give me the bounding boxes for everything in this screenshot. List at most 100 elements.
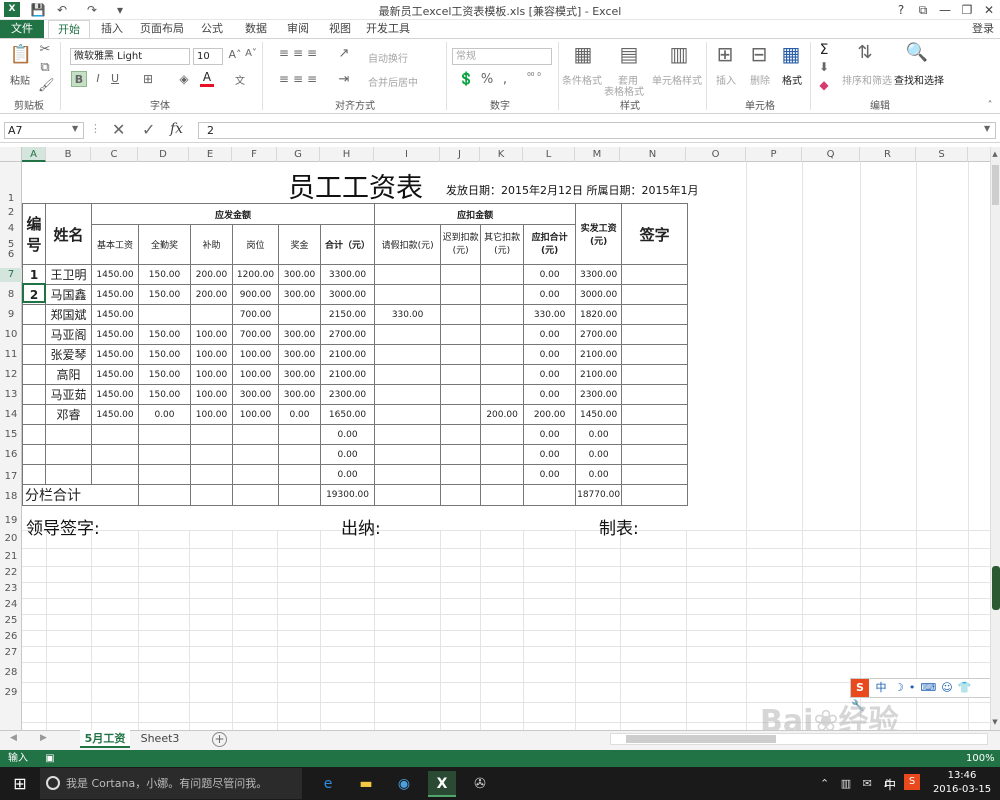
- cell-post[interactable]: 700.00: [232, 324, 279, 345]
- edge-browser-icon[interactable]: e: [314, 771, 342, 797]
- cell-subsidy[interactable]: 200.00: [190, 264, 233, 285]
- cell-other[interactable]: [480, 424, 525, 445]
- row-header[interactable]: 13: [0, 388, 22, 402]
- header-base[interactable]: 基本工资: [91, 224, 139, 265]
- header-subsidy[interactable]: 补助: [190, 224, 233, 265]
- row-header[interactable]: 15: [0, 428, 22, 442]
- paste-icon[interactable]: 📋: [8, 44, 34, 68]
- header-bonus[interactable]: 奖金: [278, 224, 321, 265]
- header-post[interactable]: 岗位: [232, 224, 279, 265]
- font-name-combo[interactable]: 微软雅黑 Light: [70, 48, 190, 65]
- total-other[interactable]: [480, 484, 525, 506]
- cell-deduct_total[interactable]: 0.00: [523, 464, 577, 485]
- total-subtotal[interactable]: 19300.00: [319, 484, 376, 506]
- cell-deduct_total[interactable]: 0.00: [523, 384, 577, 405]
- redo-icon[interactable]: ↷: [84, 2, 100, 18]
- cell-net[interactable]: 3000.00: [575, 284, 623, 305]
- cell-net[interactable]: 3300.00: [575, 264, 623, 285]
- sheet-tab-sheet3[interactable]: Sheet3: [134, 730, 186, 748]
- prev-sheet-icon[interactable]: ◀: [10, 733, 17, 743]
- expand-formula-icon[interactable]: ▼: [984, 124, 990, 133]
- row-header[interactable]: 8: [0, 288, 22, 302]
- tab-file[interactable]: 文件: [0, 20, 44, 39]
- cell-other[interactable]: [480, 324, 525, 345]
- header-net[interactable]: 实发工资(元): [575, 203, 623, 265]
- sort-filter-icon[interactable]: ⇅: [852, 42, 878, 63]
- cell-leave[interactable]: [374, 284, 442, 305]
- comma-button[interactable]: ,: [498, 72, 512, 87]
- cell-net[interactable]: 1820.00: [575, 304, 623, 325]
- cell-name[interactable]: 王卫明: [45, 264, 92, 285]
- cell-subsidy[interactable]: 100.00: [190, 324, 233, 345]
- cell-subtotal[interactable]: 2150.00: [319, 304, 376, 325]
- column-header[interactable]: K: [480, 147, 523, 162]
- cell-no[interactable]: [22, 364, 46, 385]
- cell-no[interactable]: [22, 464, 46, 485]
- cell-late[interactable]: [440, 404, 482, 425]
- browser-icon[interactable]: ◉: [390, 771, 418, 797]
- close-button[interactable]: ✕: [978, 1, 1000, 19]
- indent-icon[interactable]: ⇥: [334, 72, 354, 87]
- cell-subsidy[interactable]: [190, 444, 233, 465]
- row-header[interactable]: 7: [0, 268, 22, 282]
- cell-late[interactable]: [440, 424, 482, 445]
- cell-leave[interactable]: 330.00: [374, 304, 442, 325]
- cell-subsidy[interactable]: 100.00: [190, 364, 233, 385]
- conditional-format-button[interactable]: 条件格式: [562, 72, 602, 87]
- row-header[interactable]: 18: [0, 490, 22, 504]
- cell-name[interactable]: 高阳: [45, 364, 92, 385]
- tab-review[interactable]: 审阅: [278, 20, 318, 39]
- cell-styles-icon[interactable]: ▥: [664, 42, 694, 66]
- cell-bonus[interactable]: 300.00: [278, 284, 321, 305]
- cell-other[interactable]: [480, 364, 525, 385]
- cell-base[interactable]: 1450.00: [91, 364, 139, 385]
- underline-button[interactable]: U: [108, 72, 122, 85]
- delete-cells-button[interactable]: 删除: [750, 72, 770, 87]
- cell-post[interactable]: 100.00: [232, 404, 279, 425]
- cell-post[interactable]: 900.00: [232, 284, 279, 305]
- cell-base[interactable]: [91, 444, 139, 465]
- header-deduct-group[interactable]: 应扣金额: [374, 203, 577, 225]
- cell-subtotal[interactable]: 2300.00: [319, 384, 376, 405]
- cell-no[interactable]: [22, 304, 46, 325]
- row-header[interactable]: 11: [0, 348, 22, 362]
- total-attendance[interactable]: [138, 484, 191, 506]
- clock-time[interactable]: 13:46: [930, 770, 994, 781]
- cell-other[interactable]: [480, 284, 525, 305]
- cell-deduct_total[interactable]: 0.00: [523, 324, 577, 345]
- cell-subtotal[interactable]: 2100.00: [319, 344, 376, 365]
- clear-icon[interactable]: ◆: [816, 78, 832, 92]
- cell-no[interactable]: [22, 324, 46, 345]
- cell-name[interactable]: 郑国斌: [45, 304, 92, 325]
- row-header[interactable]: 28: [0, 666, 22, 680]
- header-payable-group[interactable]: 应发金额: [90, 203, 376, 225]
- cell-sign[interactable]: [621, 364, 689, 385]
- row-header[interactable]: 25: [0, 614, 22, 628]
- horizontal-align-icons[interactable]: ≡≡≡: [270, 72, 330, 86]
- cell-deduct_total[interactable]: 0.00: [523, 364, 577, 385]
- format-as-table-icon[interactable]: ▤: [614, 42, 644, 66]
- cell-subsidy[interactable]: 100.00: [190, 384, 233, 405]
- cell-net[interactable]: 0.00: [575, 424, 623, 445]
- column-header[interactable]: L: [523, 147, 575, 162]
- cell-bonus[interactable]: 300.00: [278, 364, 321, 385]
- cell-other[interactable]: 200.00: [480, 404, 525, 425]
- cell-sign[interactable]: [621, 424, 689, 445]
- font-color-icon[interactable]: A: [200, 70, 214, 87]
- ribbon-display-button[interactable]: ⧉: [912, 1, 934, 19]
- cell-net[interactable]: 0.00: [575, 464, 623, 485]
- total-net[interactable]: 18770.00: [575, 484, 623, 506]
- login-link[interactable]: 登录: [966, 20, 1000, 39]
- row-header[interactable]: 10: [0, 328, 22, 342]
- cell-subsidy[interactable]: [190, 304, 233, 325]
- cell-bonus[interactable]: [278, 464, 321, 485]
- row-header[interactable]: 12: [0, 368, 22, 382]
- header-late[interactable]: 迟到扣款(元): [440, 224, 482, 265]
- format-as-table-label-bottom[interactable]: 表格格式: [604, 83, 644, 98]
- total-deduct_total[interactable]: [523, 484, 577, 506]
- app-taskbar-icon[interactable]: ✇: [466, 771, 494, 797]
- tab-formulas[interactable]: 公式: [192, 20, 232, 39]
- cell-base[interactable]: 1450.00: [91, 264, 139, 285]
- borders-icon[interactable]: ⊞: [140, 72, 156, 86]
- column-header[interactable]: B: [46, 147, 91, 162]
